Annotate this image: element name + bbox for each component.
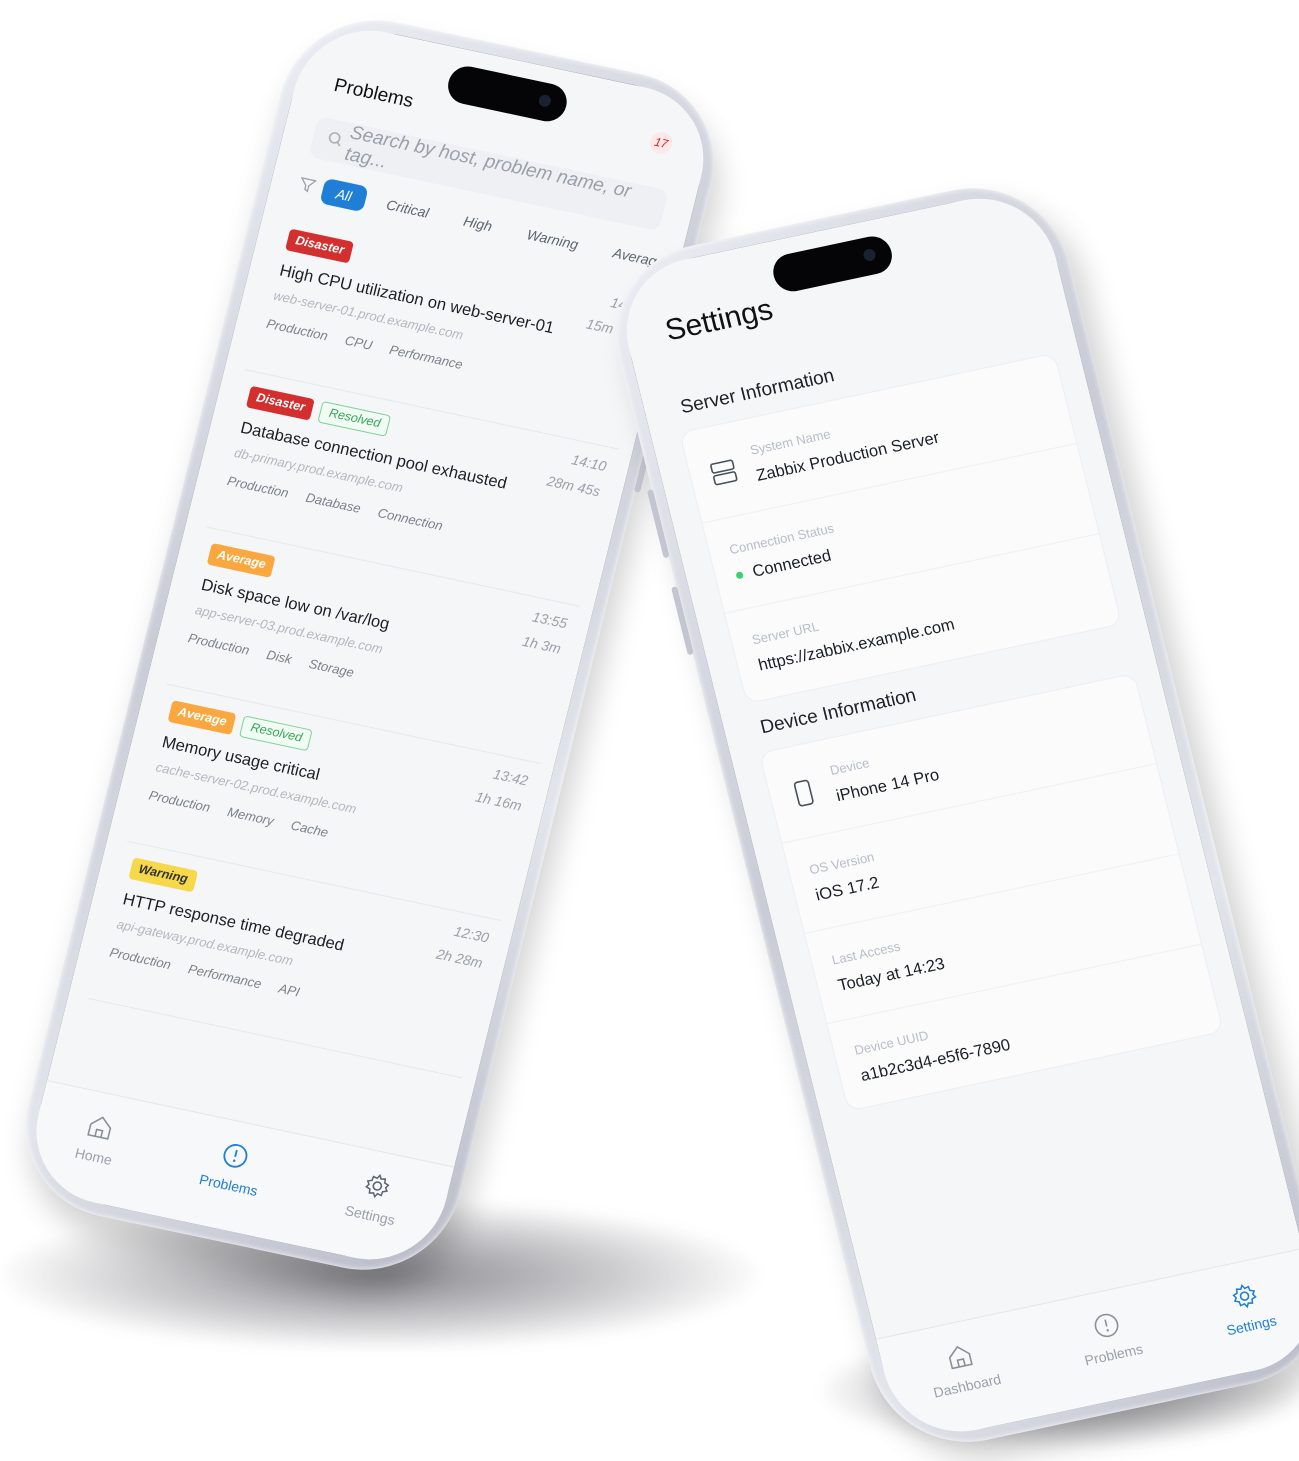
tag[interactable]: Storage	[307, 656, 355, 680]
tag[interactable]: Production	[108, 945, 172, 972]
problems-screen: Problems 17 Search by host, problem name…	[20, 16, 720, 1274]
home-icon	[87, 1116, 112, 1140]
tab-home[interactable]: Home	[64, 1110, 122, 1204]
tab-label: Settings	[343, 1202, 397, 1229]
problem-list: Disaster 14:23 15m 32s High CPU utilizat…	[88, 212, 658, 1079]
tab-label: Home	[73, 1144, 114, 1169]
filter-chip-warning[interactable]: Warning	[510, 218, 594, 260]
tag[interactable]: Production	[265, 316, 329, 343]
tab-label: Problems	[197, 1171, 260, 1199]
status-dot	[735, 571, 744, 580]
page-title: Problems	[331, 75, 416, 113]
severity-badge: Disaster	[285, 228, 355, 264]
smartphone-icon	[788, 777, 820, 810]
tag[interactable]: Production	[226, 473, 290, 500]
dynamic-island	[769, 232, 896, 295]
tag[interactable]: API	[277, 981, 301, 1000]
tag[interactable]: Performance	[388, 342, 464, 372]
resolved-badge: Resolved	[317, 401, 392, 437]
tag[interactable]: CPU	[343, 333, 373, 353]
alert-circle-icon	[223, 1144, 248, 1168]
tab-dashboard[interactable]: Dashboard	[923, 1336, 1012, 1437]
page-title: Settings	[662, 292, 777, 348]
tab-label: Dashboard	[931, 1370, 1003, 1401]
server-icon	[708, 457, 740, 490]
tab-settings[interactable]: Settings	[1216, 1277, 1287, 1374]
connection-status-value: Connected	[750, 546, 834, 581]
filter-chip-all[interactable]: All	[319, 177, 369, 213]
tab-problems[interactable]: Problems	[189, 1136, 268, 1235]
severity-badge: Average	[167, 700, 237, 736]
tab-label: Problems	[1082, 1340, 1145, 1369]
problem-time: 14:10 28m 45s	[544, 443, 609, 505]
gear-icon	[1232, 1284, 1257, 1309]
gear-icon	[364, 1173, 390, 1199]
problem-count-badge: 17	[647, 129, 675, 156]
filter-chip-high[interactable]: High	[447, 205, 509, 242]
severity-badge: Warning	[128, 857, 198, 893]
settings-content: Server Information System Name Zabbix Pr…	[667, 306, 1228, 1127]
tag[interactable]: Disk	[265, 647, 293, 667]
phone-problems: Problems 17 Search by host, problem name…	[5, 2, 735, 1288]
filter-chip-critical[interactable]: Critical	[370, 189, 446, 229]
tag[interactable]: Cache	[289, 818, 329, 840]
tag[interactable]: Database	[304, 490, 362, 516]
tag[interactable]: Production	[147, 787, 211, 814]
tab-settings[interactable]: Settings	[334, 1167, 405, 1264]
tag[interactable]: Performance	[187, 961, 263, 991]
filter-icon[interactable]	[297, 175, 318, 199]
tag[interactable]: Memory	[226, 804, 276, 828]
tab-label: Settings	[1224, 1312, 1279, 1339]
alert-circle-icon	[1094, 1313, 1119, 1338]
severity-badge: Average	[206, 542, 276, 578]
tag[interactable]: Connection	[376, 505, 444, 533]
severity-badge: Disaster	[245, 385, 316, 421]
tab-problems[interactable]: Problems	[1074, 1306, 1153, 1405]
tag[interactable]: Production	[187, 630, 251, 657]
resolved-badge: Resolved	[239, 715, 314, 752]
home-icon	[949, 1345, 974, 1370]
device-info-card: Device iPhone 14 Pro OS Version iOS 17.2…	[758, 672, 1224, 1112]
